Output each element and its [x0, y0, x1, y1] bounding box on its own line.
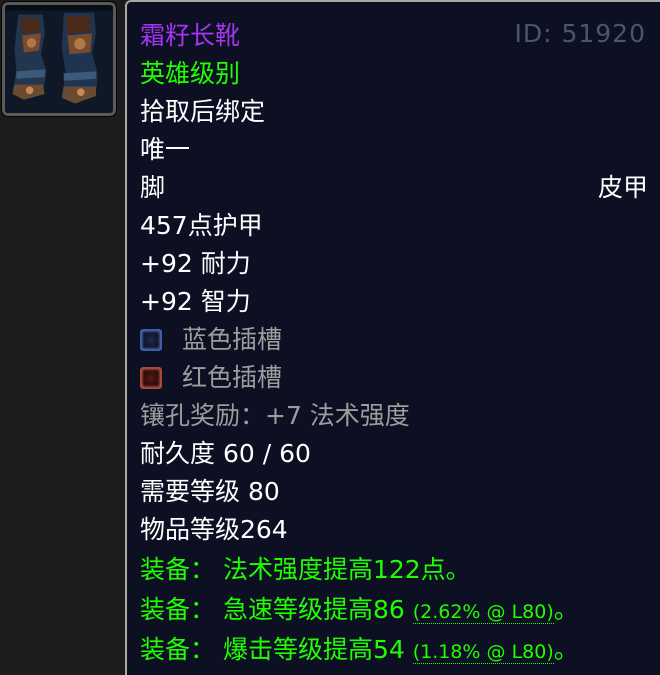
- equip-spell-power-text: 装备： 法术强度提高122点。: [140, 555, 471, 584]
- socket-bonus: 镶孔奖励：+7 法术强度: [140, 401, 410, 430]
- item-level: 物品等级264: [140, 515, 288, 544]
- item-tooltip-view: 霜籽长靴 ID: 51920 英雄级别 拾取后绑定 唯一 脚 皮甲 457点护甲…: [0, 0, 660, 675]
- haste-rating-conversion[interactable]: (2.62% @ L80): [412, 601, 554, 624]
- armor-value: 457点护甲: [140, 211, 263, 240]
- equip-haste-text: 装备： 急速等级提高86: [140, 595, 413, 624]
- boots-icon-graphic: [5, 5, 113, 113]
- unique-flag: 唯一: [140, 135, 191, 164]
- socket-red-label: 红色插槽: [182, 363, 283, 392]
- leather-boots-icon[interactable]: [2, 2, 116, 116]
- socket-blue-label: 蓝色插槽: [182, 325, 283, 354]
- equip-crit-suffix: 。: [553, 635, 579, 664]
- equip-crit-text: 装备： 爆击等级提高54: [140, 635, 413, 664]
- slot-row: 脚 皮甲: [140, 170, 648, 206]
- crit-rating-conversion[interactable]: (1.18% @ L80): [412, 641, 554, 664]
- durability: 耐久度 60 / 60: [140, 439, 311, 468]
- equip-haste-suffix: 。: [553, 595, 579, 624]
- equip-spell-power: 装备： 法术强度提高122点。: [140, 552, 648, 588]
- socket-red-row: 红色插槽: [140, 360, 648, 396]
- bind-type: 拾取后绑定: [140, 97, 266, 126]
- required-level: 需要等级 80: [140, 477, 280, 506]
- item-quality: 英雄级别: [140, 59, 241, 88]
- equip-crit: 装备： 爆击等级提高54 (1.18% @ L80)。: [140, 632, 648, 670]
- equip-haste: 装备： 急速等级提高86 (2.62% @ L80)。: [140, 592, 648, 630]
- slot-label: 脚: [140, 173, 166, 202]
- stat-stamina: +92 耐力: [140, 249, 251, 278]
- armor-type: 皮甲: [597, 173, 648, 202]
- socket-blue-row: 蓝色插槽: [140, 322, 648, 358]
- item-id: ID: 51920: [514, 19, 646, 48]
- blue-socket-icon: [140, 329, 162, 351]
- red-socket-icon: [140, 367, 162, 389]
- item-tooltip: 霜籽长靴 ID: 51920 英雄级别 拾取后绑定 唯一 脚 皮甲 457点护甲…: [125, 0, 660, 675]
- stat-intellect: +92 智力: [140, 287, 251, 316]
